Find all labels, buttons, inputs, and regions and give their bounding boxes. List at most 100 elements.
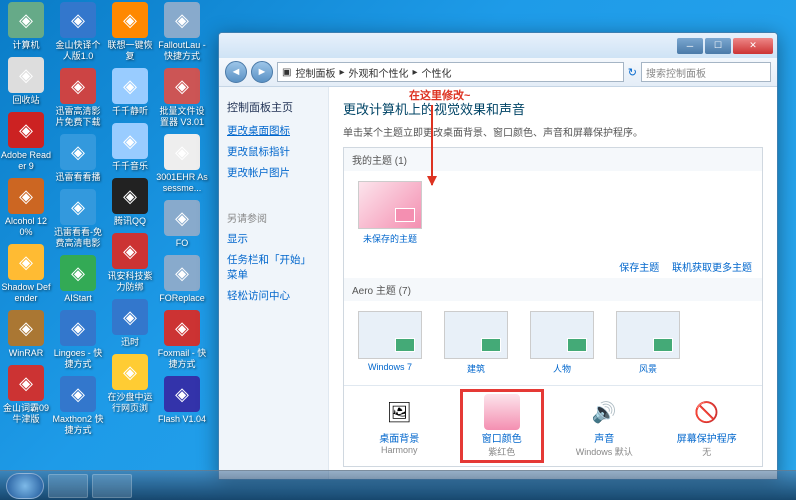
desktop-icon[interactable]: ◈Lingoes - 快捷方式: [52, 310, 104, 370]
maximize-button[interactable]: ☐: [705, 38, 731, 54]
desktop-icon[interactable]: ◈金山快译个人版1.0: [52, 2, 104, 62]
desktop-icon[interactable]: ◈千千音乐: [104, 123, 156, 172]
themes-panel: 我的主题 (1) 未保存的主题 在这里修改~ 保存主题 联机获取更多主题 Aer…: [343, 147, 763, 467]
desktop-icon[interactable]: ◈ 迅时: [104, 299, 156, 348]
icon-label: 金山快译个人版1.0: [52, 40, 104, 62]
icon-label: 迅雷看看-免费高清电影: [52, 227, 104, 249]
theme-item[interactable]: 人物: [526, 311, 598, 375]
icon-label: 联想一键恢复: [104, 40, 156, 62]
breadcrumb[interactable]: 控制面板: [295, 65, 335, 80]
theme-unsaved[interactable]: 未保存的主题: [354, 181, 426, 245]
taskbar-item[interactable]: [92, 474, 132, 498]
icon-label: 迅时: [121, 337, 139, 348]
app-icon: ◈: [164, 134, 200, 170]
desktop-icon[interactable]: ◈联想一键恢复: [104, 2, 156, 62]
icon-label: 金山词霸09 牛津版: [0, 403, 52, 425]
desktop-icon[interactable]: ◈WinRAR: [0, 310, 52, 359]
folder-icon: ▣: [282, 67, 291, 78]
more-themes-link[interactable]: 联机获取更多主题: [672, 263, 752, 274]
icon-label: 3001EHR Assessme...: [156, 172, 208, 194]
desktop-icon[interactable]: ◈Shadow Defender: [0, 244, 52, 304]
save-theme-link[interactable]: 保存主题: [619, 263, 659, 274]
theme-item[interactable]: Windows 7: [354, 311, 426, 375]
icon-label: Lingoes - 快捷方式: [52, 348, 104, 370]
icon-label: 计算机: [12, 40, 39, 51]
icon-label: 千千静听: [112, 106, 148, 117]
forward-button[interactable]: ►: [251, 61, 273, 83]
annotation-arrow: [431, 147, 433, 185]
icon-label: Foxmail - 快捷方式: [156, 348, 208, 370]
refresh-icon[interactable]: ↻: [628, 66, 637, 79]
minimize-button[interactable]: ─: [677, 38, 703, 54]
setting-sound[interactable]: 🔊声音Windows 默认: [567, 394, 641, 458]
sidebar-link-icons[interactable]: 更改桌面图标: [227, 123, 320, 138]
app-icon: ◈: [164, 376, 200, 412]
desktop-icon[interactable]: ◈ Flash V1.04: [156, 376, 208, 425]
address-bar[interactable]: ▣ 控制面板▸ 外观和个性化▸ 个性化: [277, 62, 624, 82]
sidebar-header: 控制面板主页: [227, 99, 320, 115]
icon-label: 批量文件设置器 V3.01: [156, 106, 208, 128]
desktop-icon[interactable]: ◈ 腾讯QQ: [104, 178, 156, 227]
desktop-icon[interactable]: ◈FalloutLau - 快捷方式: [156, 2, 208, 62]
desktop-icon[interactable]: ◈ 回收站: [0, 57, 52, 106]
app-icon: ◈: [164, 2, 200, 38]
related-header: 另请参阅: [227, 210, 320, 225]
desktop-icon[interactable]: ◈Adobe Reader 9: [0, 112, 52, 172]
desktop-icon[interactable]: ◈迅雷高清影片免费下载: [52, 68, 104, 128]
desktop-icon[interactable]: ◈在沙盘中运行网页浏: [104, 354, 156, 414]
personalization-window: ─ ☐ ✕ ◄ ► ▣ 控制面板▸ 外观和个性化▸ 个性化 ↻ 搜索控制面板 控…: [218, 32, 778, 480]
setting-screensaver[interactable]: 🚫屏幕保护程序无: [670, 394, 744, 458]
setting-wallpaper[interactable]: 🖼桌面背景Harmony: [362, 394, 436, 458]
app-icon: ◈: [112, 299, 148, 335]
taskbar[interactable]: [0, 470, 796, 500]
theme-item[interactable]: 建筑: [440, 311, 512, 375]
breadcrumb[interactable]: 个性化: [422, 65, 452, 80]
icon-label: Adobe Reader 9: [0, 150, 52, 172]
desktop-icon[interactable]: ◈迅雷看看-免费高清电影: [52, 189, 104, 249]
app-icon: ◈: [8, 57, 44, 93]
app-icon: ◈: [112, 178, 148, 214]
icon-label: Shadow Defender: [0, 282, 52, 304]
taskbar-item[interactable]: [48, 474, 88, 498]
app-icon: ◈: [60, 255, 96, 291]
titlebar[interactable]: ─ ☐ ✕: [219, 33, 777, 58]
theme-item[interactable]: 风景: [612, 311, 684, 375]
icon-label: 腾讯QQ: [114, 216, 146, 227]
desktop-icon[interactable]: ◈计算机: [0, 2, 52, 51]
icon-label: 讯安科技紫力防绑: [104, 271, 156, 293]
icon-label: 在沙盘中运行网页浏: [104, 392, 156, 414]
desktop-icon[interactable]: ◈千千静听: [104, 68, 156, 117]
desktop-icon[interactable]: ◈讯安科技紫力防绑: [104, 233, 156, 293]
app-icon: ◈: [164, 310, 200, 346]
desktop-icon[interactable]: ◈Alcohol 120%: [0, 178, 52, 238]
icon-label: Alcohol 120%: [0, 216, 52, 238]
desktop-icon[interactable]: ◈FO: [156, 200, 208, 249]
start-button[interactable]: [6, 473, 44, 499]
desktop-icon[interactable]: ◈金山词霸09 牛津版: [0, 365, 52, 425]
close-button[interactable]: ✕: [733, 38, 773, 54]
desktop-icon[interactable]: ◈Foxmail - 快捷方式: [156, 310, 208, 370]
page-subtitle: 单击某个主题立即更改桌面背景、窗口颜色、声音和屏幕保护程序。: [343, 124, 763, 139]
desktop-icon[interactable]: ◈ AIStart: [52, 255, 104, 304]
setting-window-color[interactable]: 窗口颜色紫红色: [465, 394, 539, 458]
sidebar: 控制面板主页 更改桌面图标 更改鼠标指针 更改帐户图片 另请参阅 显示 任务栏和…: [219, 87, 329, 479]
app-icon: ◈: [60, 68, 96, 104]
breadcrumb[interactable]: 外观和个性化: [348, 65, 408, 80]
setting-icon: [484, 394, 520, 430]
icon-label: 回收站: [12, 95, 39, 106]
desktop-icon[interactable]: ◈FOReplace: [156, 255, 208, 304]
desktop-icon[interactable]: ◈Maxthon2 快捷方式: [52, 376, 104, 436]
icon-label: AIStart: [64, 293, 92, 304]
sidebar-related-ease[interactable]: 轻松访问中心: [227, 288, 320, 303]
sidebar-related-taskbar[interactable]: 任务栏和「开始」菜单: [227, 252, 320, 282]
icon-label: Flash V1.04: [158, 414, 206, 425]
back-button[interactable]: ◄: [225, 61, 247, 83]
desktop-icon[interactable]: ◈批量文件设置器 V3.01: [156, 68, 208, 128]
app-icon: ◈: [112, 233, 148, 269]
sidebar-related-display[interactable]: 显示: [227, 231, 320, 246]
sidebar-link-account[interactable]: 更改帐户图片: [227, 165, 320, 180]
search-input[interactable]: 搜索控制面板: [641, 62, 771, 82]
sidebar-link-mouse[interactable]: 更改鼠标指针: [227, 144, 320, 159]
desktop-icon[interactable]: ◈3001EHR Assessme...: [156, 134, 208, 194]
desktop-icon[interactable]: ◈迅雷看看播: [52, 134, 104, 183]
